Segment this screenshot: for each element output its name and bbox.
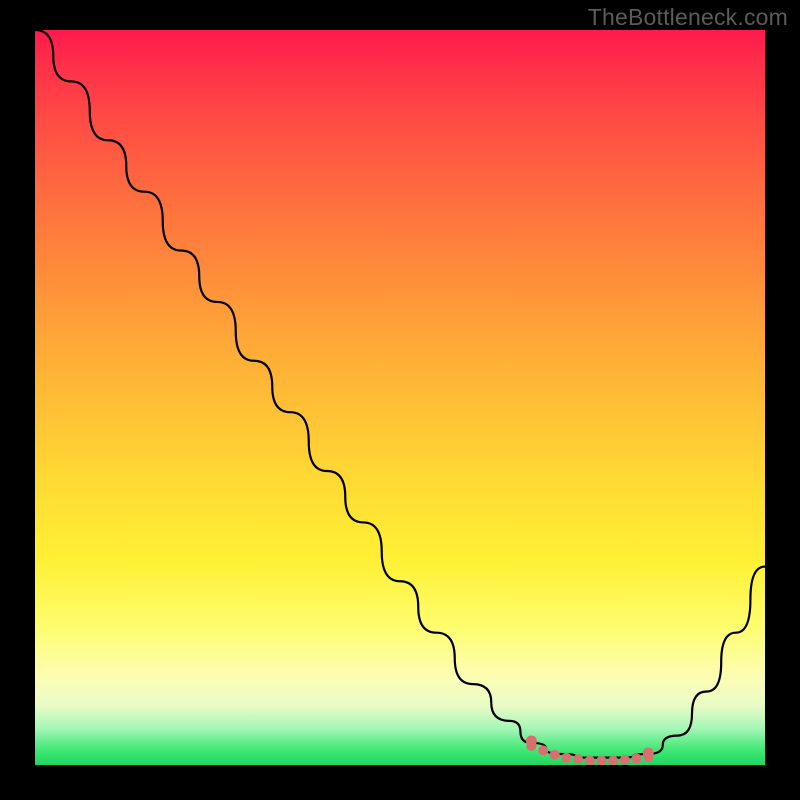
chart-overlay bbox=[35, 30, 765, 765]
optimal-band-dot bbox=[561, 753, 571, 763]
optimal-band-end-dot bbox=[643, 747, 654, 758]
watermark-text: TheBottleneck.com bbox=[588, 4, 788, 31]
optimal-band-end-dot bbox=[526, 735, 537, 746]
optimal-band-dot bbox=[573, 754, 583, 764]
bottleneck-curve bbox=[35, 30, 765, 758]
optimal-band-dots bbox=[526, 735, 654, 765]
plot-area bbox=[35, 30, 765, 765]
optimal-band-dot bbox=[632, 753, 642, 763]
chart-frame: TheBottleneck.com bbox=[0, 0, 800, 800]
optimal-band-dot bbox=[620, 755, 630, 765]
optimal-band-dot bbox=[538, 745, 548, 755]
optimal-band-dot bbox=[550, 750, 560, 760]
